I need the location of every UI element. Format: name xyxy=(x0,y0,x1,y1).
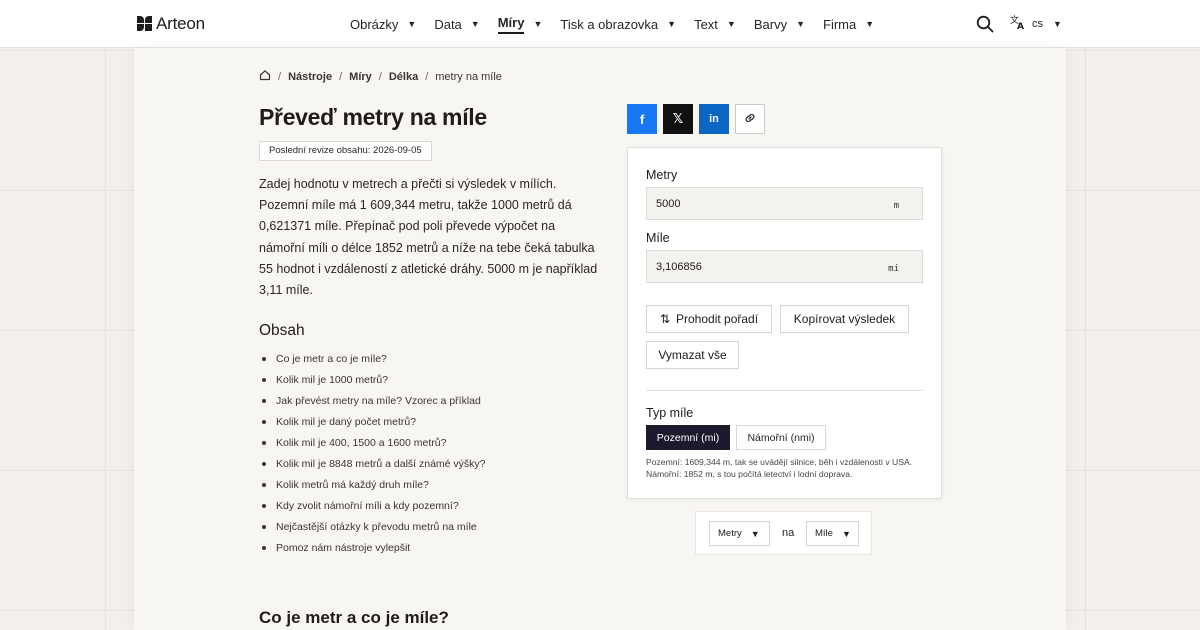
toc-item[interactable]: Kolik metrů má každý druh míle? xyxy=(259,474,486,495)
nav-item-miry[interactable]: Míry ▼ xyxy=(497,0,543,48)
swap-icon: ⇅ xyxy=(659,312,670,326)
breadcrumb-current: metry na míle xyxy=(435,70,502,83)
toc-item[interactable]: Kolik mil je 8848 metrů a další známé vý… xyxy=(259,453,486,474)
nav-item-barvy[interactable]: Barvy ▼ xyxy=(754,0,805,48)
caret-down-icon: ▼ xyxy=(533,19,543,29)
copy-result-button[interactable]: Kopírovat výsledek xyxy=(780,305,909,333)
bullet-icon xyxy=(262,419,266,424)
breadcrumb: / Nástroje / Míry / Délka / metry na míl… xyxy=(259,69,502,84)
linkedin-icon: in xyxy=(709,113,719,125)
top-header: Arteon Obrázky ▼ Data ▼ Míry ▼ Tisk a obraz… xyxy=(0,0,1200,48)
translate-icon: 文A xyxy=(1010,14,1026,33)
linkedin-share-button[interactable]: in xyxy=(699,104,729,134)
toc-item[interactable]: Kdy zvolit námořní míli a kdy pozemní? xyxy=(259,495,486,516)
caret-down-icon: ▼ xyxy=(667,19,677,29)
mile-type-note: Pozemní: 1609,344 m, tak se uvádějí siln… xyxy=(646,457,913,479)
bullet-icon xyxy=(262,440,266,445)
language-switcher[interactable]: 文A cs ▼ xyxy=(1010,14,1062,33)
facebook-share-button[interactable]: f xyxy=(627,104,657,134)
toc-item[interactable]: Jak převést metry na míle? Vzorec a přík… xyxy=(259,390,486,411)
nav-item-data[interactable]: Data ▼ xyxy=(434,0,479,48)
meters-value: 5000 xyxy=(656,198,681,210)
x-share-button[interactable]: 𝕏 xyxy=(663,104,693,134)
language-code: cs xyxy=(1032,17,1043,30)
caret-down-icon: ▼ xyxy=(1053,18,1062,29)
caret-down-icon: ▼ xyxy=(407,19,417,29)
miles-unit: mi xyxy=(888,264,899,274)
breadcrumb-link[interactable]: Délka xyxy=(389,71,418,83)
caret-down-icon: ▼ xyxy=(726,19,736,29)
toc-item[interactable]: Co je metr a co je míle? xyxy=(259,348,486,369)
nav-item-firma[interactable]: Firma ▼ xyxy=(823,0,874,48)
mile-type-land-toggle[interactable]: Pozemní (mi) xyxy=(646,425,730,450)
swap-button[interactable]: ⇅ Prohodit pořadí xyxy=(646,305,772,333)
caret-down-icon: ▼ xyxy=(470,19,480,29)
caret-down-icon: ▼ xyxy=(750,528,760,539)
meters-unit: m xyxy=(893,201,899,211)
search-icon[interactable] xyxy=(976,15,994,33)
mile-type-label: Typ míle xyxy=(646,406,694,420)
to-unit-select[interactable]: Míle ▼ xyxy=(806,521,859,546)
miles-input[interactable]: 3,106856 mi xyxy=(646,250,923,283)
toc-item[interactable]: Kolik mil je 400, 1500 a 1600 metrů? xyxy=(259,432,486,453)
meters-input[interactable]: 5000 m xyxy=(646,187,923,220)
clear-all-button[interactable]: Vymazat vše xyxy=(646,341,739,369)
main-nav: Obrázky ▼ Data ▼ Míry ▼ Tisk a obrazovka ▼ T… xyxy=(350,0,892,48)
breadcrumb-separator: / xyxy=(339,70,343,83)
breadcrumb-separator: / xyxy=(425,70,429,83)
breadcrumb-separator: / xyxy=(378,70,382,83)
toc-item[interactable]: Kolik mil je daný počet metrů? xyxy=(259,411,486,432)
bullet-icon xyxy=(262,524,266,529)
x-icon: 𝕏 xyxy=(672,111,684,126)
bullet-icon xyxy=(262,377,266,382)
bullet-icon xyxy=(262,461,266,466)
bullet-icon xyxy=(262,482,266,487)
bullet-icon xyxy=(262,545,266,550)
revision-badge: Poslední revize obsahu: 2026-09-05 xyxy=(259,141,432,161)
breadcrumb-link[interactable]: Nástroje xyxy=(288,71,332,83)
section-heading: Co je metr a co je míle? xyxy=(259,608,449,627)
converter-panel: Metry 5000 m Míle 3,106856 mi ⇅ Prohodit… xyxy=(627,147,942,499)
toc-item[interactable]: Nejčastější otázky k převodu metrů na mí… xyxy=(259,516,486,537)
toc-heading: Obsah xyxy=(259,322,305,339)
logo-icon xyxy=(137,16,153,32)
miles-value: 3,106856 xyxy=(656,261,702,273)
copy-link-button[interactable] xyxy=(735,104,765,134)
caret-down-icon: ▼ xyxy=(865,19,875,29)
table-of-contents: Co je metr a co je míle? Kolik mil je 10… xyxy=(259,348,486,558)
svg-text:A: A xyxy=(1017,22,1024,30)
nav-item-obrazky[interactable]: Obrázky ▼ xyxy=(350,0,416,48)
home-icon[interactable] xyxy=(259,69,271,84)
breadcrumb-separator: / xyxy=(278,70,282,83)
intro-paragraph: Zadej hodnotu v metrech a přečti si výsl… xyxy=(259,177,598,298)
nav-item-tisk[interactable]: Tisk a obrazovka ▼ xyxy=(560,0,676,48)
toc-item[interactable]: Pomoz nám nástroje vylepšit xyxy=(259,537,486,558)
bullet-icon xyxy=(262,356,266,361)
logo-text: Arteon xyxy=(156,14,205,33)
share-bar: f 𝕏 in xyxy=(627,104,765,134)
toc-item[interactable]: Kolik mil je 1000 metrů? xyxy=(259,369,486,390)
bullet-icon xyxy=(262,503,266,508)
page-title: Převeď metry na míle xyxy=(259,104,487,130)
caret-down-icon: ▼ xyxy=(796,19,805,29)
mile-type-nautical-toggle[interactable]: Námořní (nmi) xyxy=(736,425,826,450)
facebook-icon: f xyxy=(639,111,645,127)
unit-selector: Metry ▼ na Míle ▼ xyxy=(695,511,872,555)
from-unit-select[interactable]: Metry ▼ xyxy=(709,521,770,546)
meters-label: Metry xyxy=(646,168,678,182)
miles-label: Míle xyxy=(646,231,670,245)
nav-item-text[interactable]: Text ▼ xyxy=(694,0,736,48)
unit-joiner: na xyxy=(782,527,795,539)
link-icon xyxy=(743,111,757,128)
bullet-icon xyxy=(262,398,266,403)
logo[interactable]: Arteon xyxy=(137,14,205,34)
breadcrumb-link[interactable]: Míry xyxy=(349,71,372,83)
divider xyxy=(646,390,923,391)
caret-down-icon: ▼ xyxy=(841,528,851,539)
